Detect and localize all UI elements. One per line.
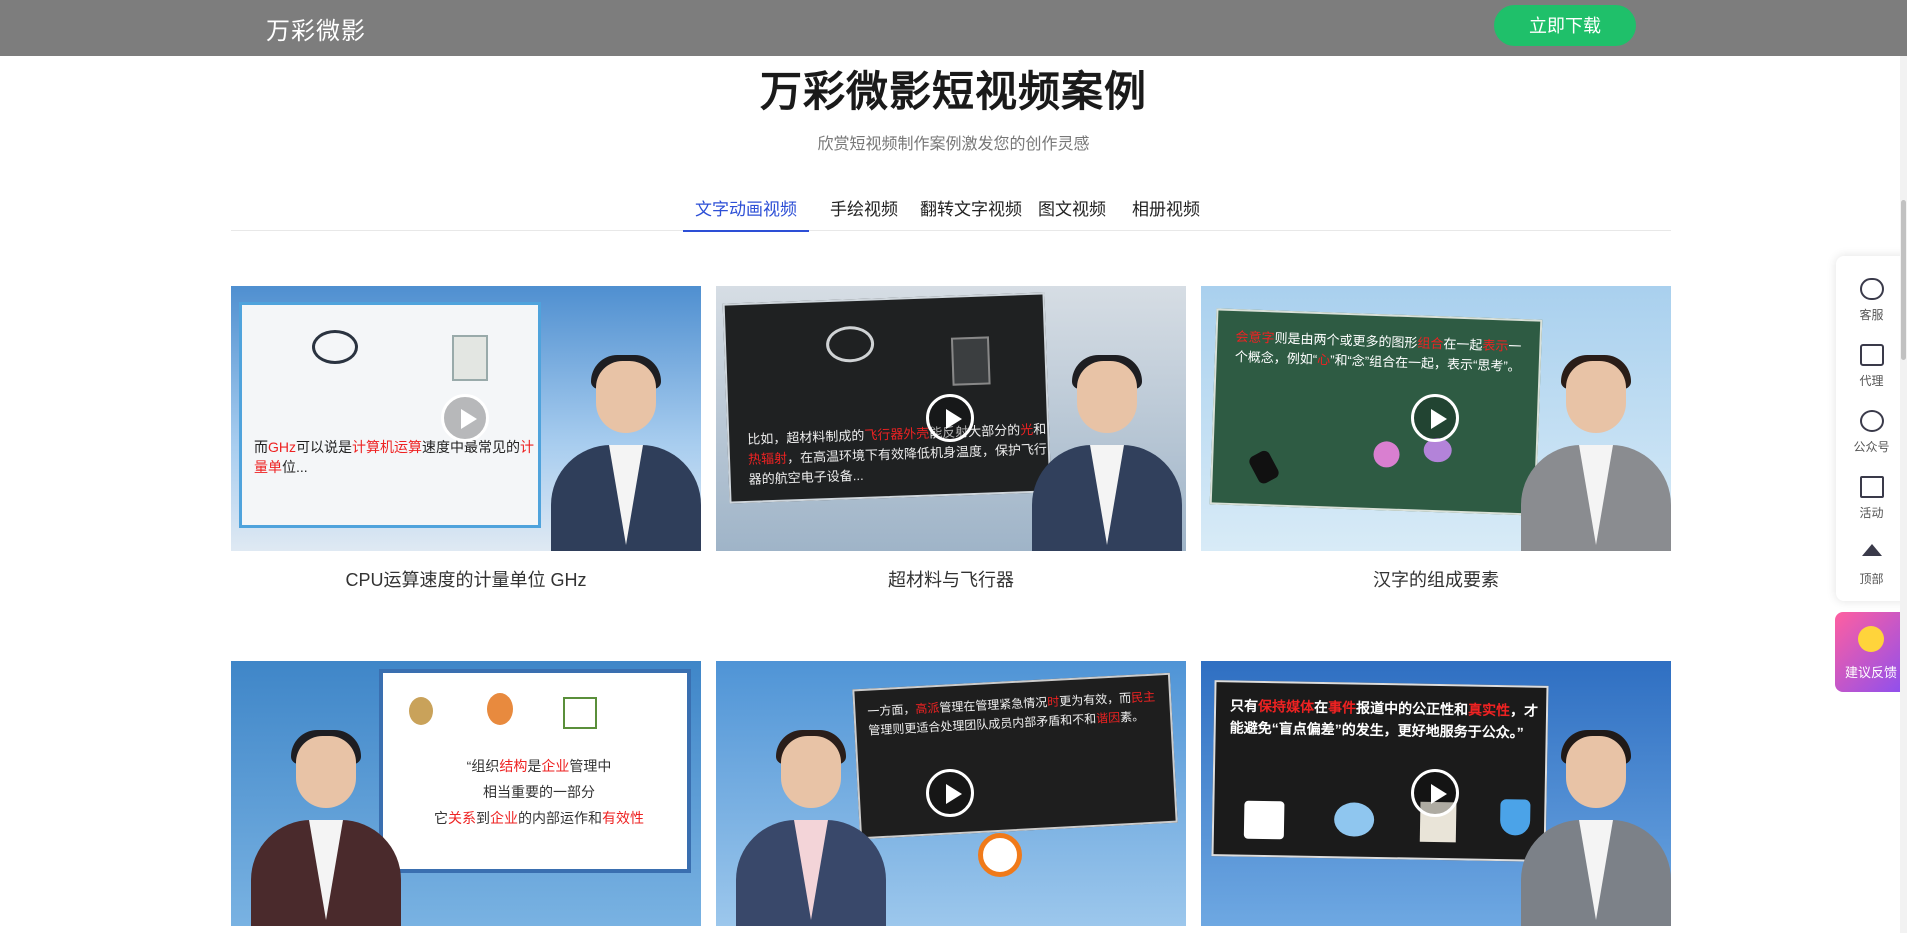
play-icon[interactable] — [441, 394, 489, 442]
tab-text-animation-video[interactable]: 文字动画视频 — [683, 190, 809, 232]
tab-hand-drawn-video[interactable]: 手绘视频 — [819, 190, 909, 230]
top-navigation-bar: 万彩微影 立即下载 — [0, 0, 1907, 56]
video-card[interactable]: “组织结构是企业管理中 相当重要的一部分 它关系到企业的内部运作和有效性 — [231, 661, 701, 926]
sidebar-item-label: 活动 — [1859, 506, 1884, 520]
play-icon[interactable] — [926, 769, 974, 817]
chalkboard: 会意字则是由两个或更多的图形组合在一起表示一个概念，例如“心”和“念”组合在一起… — [1209, 308, 1543, 516]
page-title: 万彩微影短视频案例 — [759, 68, 1147, 115]
sidebar-item-back-to-top[interactable]: 顶部 — [1836, 530, 1907, 590]
page-subtitle: 欣赏短视频制作案例激发您的创作灵感 — [817, 136, 1090, 153]
board-caption: 只有保持媒体在事件报道中的公正性和真实性，才能避免“盲点偏差”的发生，更好地服务… — [1229, 697, 1539, 741]
sidebar-item-activity[interactable]: 活动 — [1836, 464, 1907, 524]
presenter-avatar — [251, 730, 401, 926]
sidebar-item-label: 公众号 — [1853, 440, 1890, 454]
board-caption: 比如，超材料制成的飞行器外壳能反射大部分的光和热辐射，在高温环境下有效降低机身温… — [747, 421, 1048, 487]
video-thumbnail[interactable]: 一方面，高派管理在管理紧急情况时更为有效，而民主管理则更适合处理团队成员内部矛盾… — [716, 661, 1186, 926]
presenter-avatar — [1521, 355, 1671, 551]
back-to-top-icon — [1862, 544, 1882, 556]
tree-icon — [409, 697, 433, 725]
video-title[interactable]: 汉字的组成要素 — [1201, 566, 1671, 592]
video-card[interactable]: 一方面，高派管理在管理紧急情况时更为有效，而民主管理则更适合处理团队成员内部矛盾… — [716, 661, 1186, 926]
video-card[interactable]: 只有保持媒体在事件报道中的公正性和真实性，才能避免“盲点偏差”的发生，更好地服务… — [1201, 661, 1671, 926]
video-title[interactable]: CPU运算速度的计量单位 GHz — [231, 566, 701, 592]
download-now-button[interactable]: 立即下载 — [1494, 5, 1636, 46]
projection-screen-icon — [950, 336, 991, 386]
floating-sidebar: 客服 代理 公众号 活动 顶部 — [1836, 256, 1907, 601]
sidebar-item-label: 顶部 — [1859, 572, 1884, 586]
sidebar-item-customer-service[interactable]: 客服 — [1836, 266, 1907, 326]
org-chart-icon — [563, 697, 597, 729]
video-thumbnail[interactable]: 比如，超材料制成的飞行器外壳能反射大部分的光和热辐射，在高温环境下有效降低机身温… — [716, 286, 1186, 551]
pointing-hand-icon — [1247, 448, 1281, 486]
feedback-label: 建议反馈 — [1844, 665, 1897, 680]
presentation-board: “组织结构是企业管理中 相当重要的一部分 它关系到企业的内部运作和有效性 — [379, 669, 691, 873]
presentation-board: 只有保持媒体在事件报道中的公正性和真实性，才能避免“盲点偏差”的发生，更好地服务… — [1211, 680, 1549, 862]
video-thumbnail[interactable]: 只有保持媒体在事件报道中的公正性和真实性，才能避免“盲点偏差”的发生，更好地服务… — [1201, 661, 1671, 926]
sidebar-item-agent[interactable]: 代理 — [1836, 332, 1907, 392]
projection-screen-icon — [452, 335, 488, 381]
presentation-board: 一方面，高派管理在管理紧急情况时更为有效，而民主管理则更适合处理团队成员内部矛盾… — [852, 672, 1178, 840]
presenter-avatar — [1032, 355, 1182, 551]
scrollbar-thumb[interactable] — [1901, 200, 1906, 360]
wechat-icon — [1860, 410, 1884, 432]
sidebar-item-official-account[interactable]: 公众号 — [1836, 398, 1907, 458]
video-card[interactable]: 而GHz可以说是计算机运算速度中最常见的计量单位... CPU运算速度的计量单位… — [231, 286, 701, 590]
presenter-avatar — [736, 730, 886, 926]
category-tabs: 文字动画视频 手绘视频 翻转文字视频 图文视频 相册视频 — [231, 190, 1671, 232]
video-title[interactable]: 超材料与飞行器 — [716, 566, 1186, 592]
headset-icon — [1860, 278, 1884, 300]
gift-icon — [1860, 476, 1884, 498]
presenter-avatar — [1521, 730, 1671, 926]
sidebar-item-label: 客服 — [1859, 308, 1884, 322]
film-camera-icon — [312, 330, 358, 364]
play-icon[interactable] — [1411, 394, 1459, 442]
video-thumbnail[interactable]: “组织结构是企业管理中 相当重要的一部分 它关系到企业的内部运作和有效性 — [231, 661, 701, 926]
calendar-icon — [1243, 800, 1285, 840]
egg-icon — [487, 693, 513, 725]
play-icon[interactable] — [1411, 769, 1459, 817]
board-caption: 而GHz可以说是计算机运算速度中最常见的计量单位... — [254, 439, 534, 475]
chat-bubble-icon — [1333, 802, 1375, 837]
tab-flip-text-video[interactable]: 翻转文字视频 — [915, 190, 1027, 230]
circle-icon — [1373, 440, 1400, 468]
briefcase-icon — [1860, 344, 1884, 366]
feedback-button[interactable]: 建议反馈 — [1835, 612, 1907, 692]
clock-icon — [978, 833, 1022, 877]
board-caption: 会意字则是由两个或更多的图形组合在一起表示一个概念，例如“心”和“念”组合在一起… — [1234, 329, 1522, 375]
video-card[interactable]: 比如，超材料制成的飞行器外壳能反射大部分的光和热辐射，在高温环境下有效降低机身温… — [716, 286, 1186, 590]
presentation-board: 而GHz可以说是计算机运算速度中最常见的计量单位... — [239, 302, 541, 528]
video-thumbnail[interactable]: 而GHz可以说是计算机运算速度中最常见的计量单位... — [231, 286, 701, 551]
emoji-face-icon — [1858, 626, 1884, 652]
board-caption: “组织结构是企业管理中 相当重要的一部分 它关系到企业的内部运作和有效性 — [434, 758, 644, 826]
page-scrollbar[interactable] — [1900, 0, 1907, 933]
tab-image-text-video[interactable]: 图文视频 — [1034, 190, 1110, 230]
presentation-board: 比如，超材料制成的飞行器外壳能反射大部分的光和热辐射，在高温环境下有效降低机身温… — [722, 292, 1052, 504]
video-thumbnail[interactable]: 会意字则是由两个或更多的图形组合在一起表示一个概念，例如“心”和“念”组合在一起… — [1201, 286, 1671, 551]
play-icon[interactable] — [926, 394, 974, 442]
sidebar-item-label: 代理 — [1859, 374, 1884, 388]
film-camera-icon — [825, 325, 875, 364]
board-caption: 一方面，高派管理在管理紧急情况时更为有效，而民主管理则更适合处理团队成员内部矛盾… — [867, 689, 1156, 738]
tab-album-video[interactable]: 相册视频 — [1128, 190, 1204, 230]
video-card[interactable]: 会意字则是由两个或更多的图形组合在一起表示一个概念，例如“心”和“念”组合在一起… — [1201, 286, 1671, 590]
brand-logo-text[interactable]: 万彩微影 — [266, 11, 366, 46]
presenter-avatar — [551, 355, 701, 551]
